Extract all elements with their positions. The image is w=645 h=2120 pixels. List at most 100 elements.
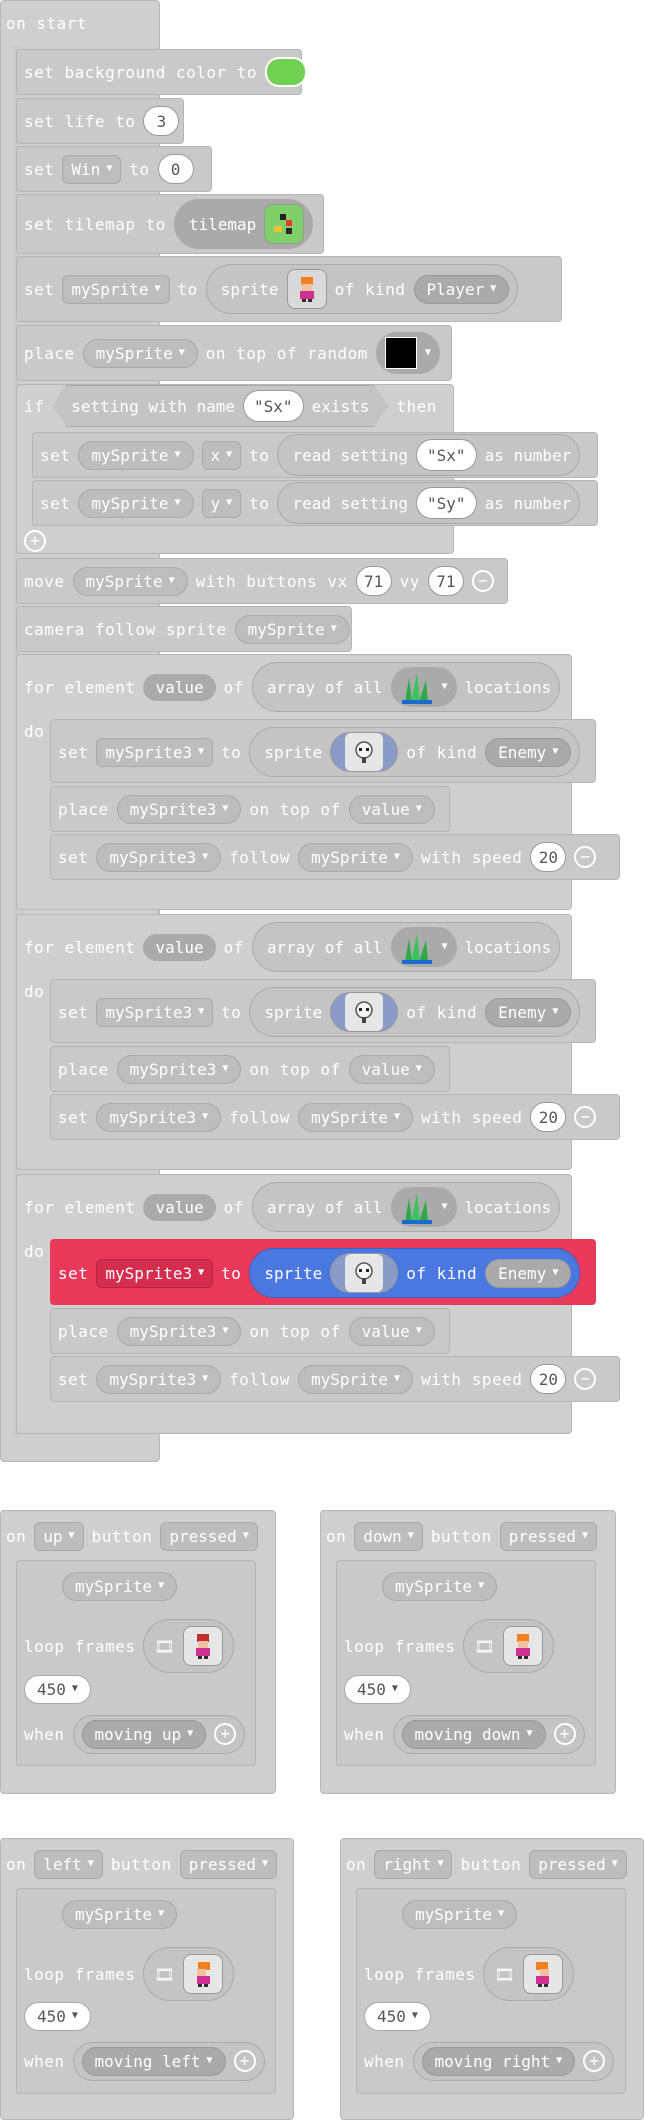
minus-icon[interactable]: − [574, 1106, 597, 1128]
sprite-of-kind-reporter[interactable]: sprite of kind Enemy ▼ [249, 727, 581, 777]
sprite-of-kind-reporter[interactable]: sprite of kind Enemy ▼ [249, 987, 581, 1037]
property-dropdown-x[interactable]: x ▼ [201, 440, 242, 470]
enemy-sprite-image-icon[interactable] [330, 1253, 399, 1293]
minus-icon[interactable]: − [574, 846, 597, 868]
state-dropdown[interactable]: moving up ▼ [81, 1719, 207, 1749]
sprite-dropdown-mysprite[interactable]: mySprite ▼ [62, 1899, 178, 1929]
tilemap-reporter[interactable]: tilemap [173, 199, 314, 249]
enemy-sprite-image-icon[interactable] [330, 992, 399, 1032]
target-dropdown-mysprite[interactable]: mySprite ▼ [297, 1364, 414, 1394]
variable-dropdown-mysprite3[interactable]: mySprite3 ▼ [96, 1102, 222, 1132]
array-of-locations-reporter[interactable]: array of all ▼ locations [251, 922, 561, 972]
state-dropdown[interactable]: moving down ▼ [401, 1719, 546, 1749]
life-value-input[interactable]: 3 [143, 106, 180, 136]
variable-dropdown-win[interactable]: Win ▼ [62, 154, 122, 184]
kind-dropdown-player[interactable]: Player ▼ [413, 274, 510, 304]
player-sprite-image-icon[interactable] [286, 269, 327, 309]
loop-variable-value[interactable]: value [143, 1193, 216, 1221]
state-dropdown[interactable]: moving left ▼ [81, 2046, 226, 2076]
variable-dropdown-mysprite3[interactable]: mySprite3 ▼ [96, 997, 214, 1027]
read-setting-reporter[interactable]: read setting "Sy" as number [277, 482, 581, 524]
value-dropdown[interactable]: value ▼ [348, 1316, 435, 1346]
variable-dropdown-mysprite3[interactable]: mySprite3 ▼ [96, 842, 222, 872]
tile-picker[interactable]: ▼ [390, 1187, 457, 1227]
variable-dropdown-mysprite3[interactable]: mySprite3 ▼ [116, 794, 242, 824]
sprite-dropdown-mysprite[interactable]: mySprite ▼ [382, 1571, 498, 1601]
tile-picker[interactable]: ▼ [390, 667, 457, 707]
button-dropdown-left[interactable]: left ▼ [34, 1849, 103, 1879]
frames-picker[interactable]: 🎞 [483, 1947, 574, 2001]
interval-dropdown[interactable]: 450 ▼ [24, 1674, 91, 1704]
plus-icon[interactable]: + [583, 2050, 606, 2072]
state-reporter[interactable]: moving right ▼ + [412, 2041, 615, 2081]
target-dropdown-mysprite[interactable]: mySprite ▼ [297, 842, 414, 872]
state-reporter[interactable]: moving left ▼ + [72, 2041, 265, 2081]
button-dropdown-right[interactable]: right ▼ [374, 1849, 453, 1879]
kind-dropdown-enemy[interactable]: Enemy ▼ [485, 737, 572, 767]
variable-dropdown-mysprite[interactable]: mySprite ▼ [234, 614, 350, 644]
event-dropdown-pressed[interactable]: pressed ▼ [529, 1849, 627, 1879]
background-color-swatch[interactable] [265, 57, 308, 87]
player-sprite-image-icon[interactable] [182, 1954, 223, 1994]
variable-dropdown-mysprite[interactable]: mySprite ▼ [82, 338, 198, 368]
player-sprite-image-icon[interactable] [502, 1626, 543, 1666]
state-reporter[interactable]: moving down ▼ + [392, 1714, 585, 1754]
vx-input[interactable]: 71 [355, 566, 392, 596]
variable-dropdown-mysprite[interactable]: mySprite ▼ [72, 566, 188, 596]
loop-variable-value[interactable]: value [143, 673, 216, 701]
tile-picker[interactable]: ▼ [375, 332, 440, 374]
speed-input[interactable]: 20 [530, 1102, 567, 1132]
variable-dropdown-mysprite3[interactable]: mySprite3 ▼ [116, 1054, 242, 1084]
plus-icon[interactable]: + [24, 530, 46, 552]
speed-input[interactable]: 20 [530, 842, 567, 872]
state-reporter[interactable]: moving up ▼ + [72, 1714, 246, 1754]
target-dropdown-mysprite[interactable]: mySprite ▼ [297, 1102, 414, 1132]
speed-input[interactable]: 20 [530, 1364, 567, 1394]
setting-name-input[interactable]: "Sx" [416, 439, 477, 471]
variable-dropdown-mysprite[interactable]: mySprite ▼ [62, 274, 170, 304]
frames-picker[interactable]: 🎞 [143, 1947, 234, 2001]
button-dropdown-down[interactable]: down ▼ [354, 1521, 423, 1551]
interval-dropdown[interactable]: 450 ▼ [24, 2001, 91, 2031]
value-dropdown[interactable]: value ▼ [348, 794, 435, 824]
setting-exists-condition[interactable]: setting with name "Sx" exists [52, 385, 388, 427]
value-dropdown[interactable]: value ▼ [348, 1054, 435, 1084]
loop-variable-value[interactable]: value [143, 933, 216, 961]
interval-dropdown[interactable]: 450 ▼ [344, 1674, 411, 1704]
minus-icon[interactable]: − [574, 1368, 597, 1390]
variable-dropdown-mysprite[interactable]: mySprite ▼ [78, 488, 194, 518]
read-setting-reporter[interactable]: read setting "Sx" as number [277, 434, 581, 476]
sprite-dropdown-mysprite[interactable]: mySprite ▼ [62, 1571, 178, 1601]
property-dropdown-y[interactable]: y ▼ [201, 488, 242, 518]
frames-picker[interactable]: 🎞 [463, 1619, 554, 1673]
plus-icon[interactable]: + [214, 1723, 237, 1745]
minus-icon[interactable]: − [471, 570, 494, 592]
interval-dropdown[interactable]: 450 ▼ [364, 2001, 431, 2031]
tile-picker[interactable]: ▼ [390, 927, 457, 967]
event-dropdown-pressed[interactable]: pressed ▼ [160, 1521, 258, 1551]
setting-name-input[interactable]: "Sy" [416, 487, 477, 519]
enemy-sprite-image-icon[interactable] [330, 732, 399, 772]
setting-name-input[interactable]: "Sx" [243, 390, 304, 422]
player-sprite-image-icon[interactable] [522, 1954, 563, 1994]
event-dropdown-pressed[interactable]: pressed ▼ [499, 1521, 598, 1551]
player-sprite-image-icon[interactable] [182, 1626, 223, 1666]
event-dropdown-pressed[interactable]: pressed ▼ [179, 1849, 278, 1879]
variable-dropdown-mysprite3[interactable]: mySprite3 ▼ [96, 1258, 214, 1288]
vy-input[interactable]: 71 [427, 566, 464, 596]
variable-dropdown-mysprite3[interactable]: mySprite3 ▼ [116, 1316, 242, 1346]
button-dropdown-up[interactable]: up ▼ [34, 1521, 84, 1551]
plus-icon[interactable]: + [553, 1723, 576, 1745]
sprite-of-kind-reporter[interactable]: sprite of kind Enemy ▼ [249, 1248, 581, 1298]
array-of-locations-reporter[interactable]: array of all ▼ locations [251, 1182, 561, 1232]
add-else-button[interactable]: + [24, 530, 46, 552]
tilemap-thumbnail-icon[interactable] [264, 204, 305, 244]
variable-dropdown-mysprite[interactable]: mySprite ▼ [78, 440, 194, 470]
array-of-locations-reporter[interactable]: array of all ▼ locations [251, 662, 561, 712]
plus-icon[interactable]: + [233, 2050, 256, 2072]
sprite-dropdown-mysprite[interactable]: mySprite ▼ [402, 1899, 518, 1929]
state-dropdown[interactable]: moving right ▼ [421, 2046, 576, 2076]
variable-dropdown-mysprite3[interactable]: mySprite3 ▼ [96, 1364, 222, 1394]
kind-dropdown-enemy[interactable]: Enemy ▼ [485, 997, 572, 1027]
frames-picker[interactable]: 🎞 [143, 1619, 234, 1673]
